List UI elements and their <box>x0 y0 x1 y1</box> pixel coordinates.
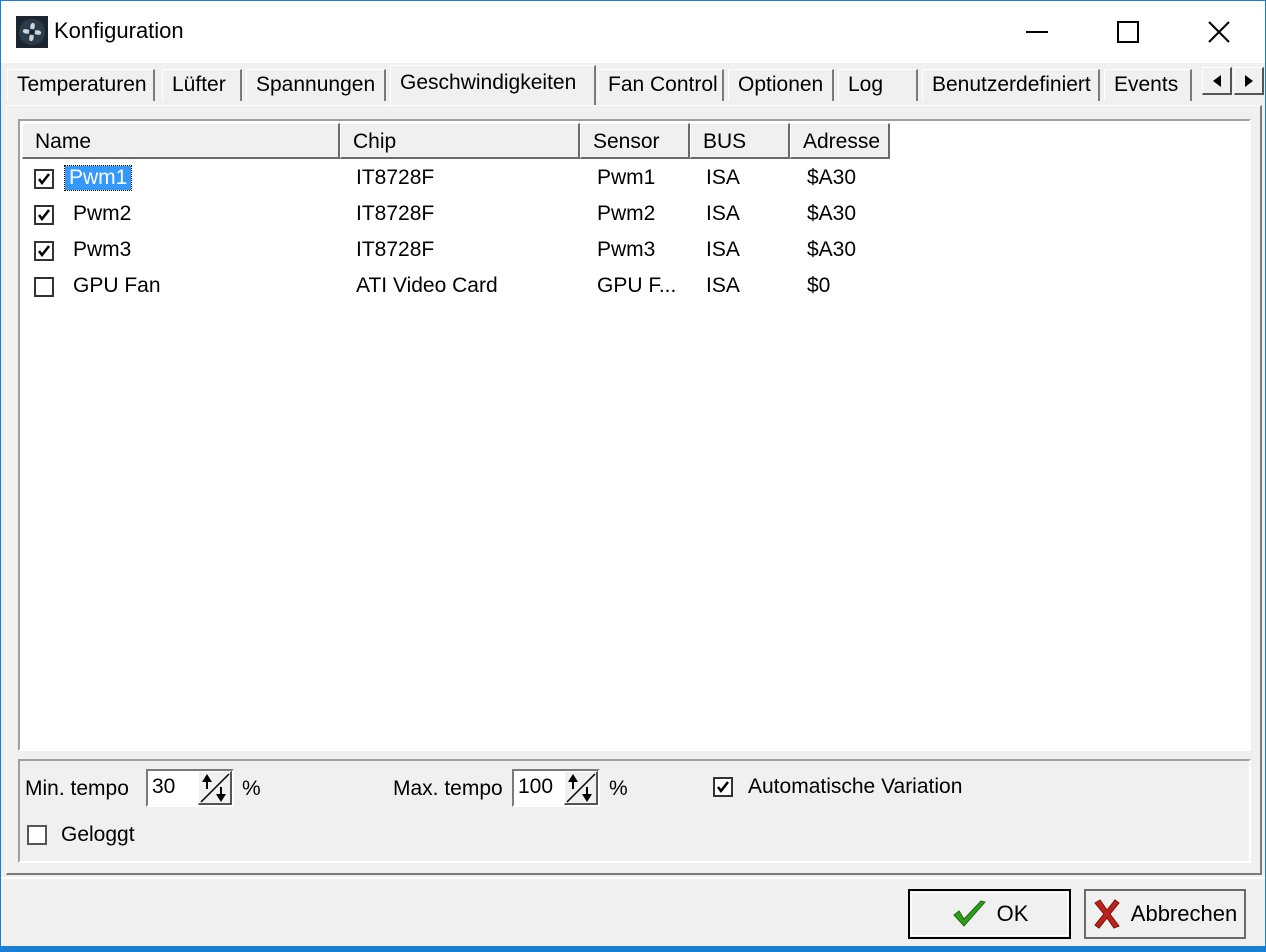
checkmark-icon <box>717 781 729 794</box>
row-checkbox-pwm1[interactable] <box>34 169 54 189</box>
cross-icon <box>1094 899 1120 929</box>
checkmark-icon <box>38 209 50 222</box>
min-tempo-spin-button[interactable] <box>198 771 232 805</box>
divider <box>1 877 1265 879</box>
cell-sensor: GPU F... <box>597 274 677 297</box>
list-row-pwm3[interactable]: Pwm3 IT8728F Pwm3 ISA $A30 <box>20 233 1249 269</box>
max-tempo-label: Max. tempo <box>393 777 503 800</box>
window-title: Konfiguration <box>54 18 184 43</box>
cell-bus: ISA <box>706 202 740 225</box>
column-header-address[interactable]: Adresse <box>790 123 890 159</box>
min-tempo-label: Min. tempo <box>25 777 129 800</box>
cell-name: Pwm1 <box>63 165 133 191</box>
tab-benutzerdefiniert[interactable]: Benutzerdefiniert <box>922 69 1100 101</box>
list-row-gpu-fan[interactable]: GPU Fan ATI Video Card GPU F... ISA $0 <box>20 269 1249 305</box>
tab-fan-control[interactable]: Fan Control <box>598 69 724 101</box>
max-tempo-spin-button[interactable] <box>564 771 598 805</box>
max-tempo-spinner[interactable]: 100 <box>512 769 600 807</box>
logged-label[interactable]: Geloggt <box>61 823 135 847</box>
cell-name: Pwm3 <box>73 238 132 261</box>
cell-sensor: Pwm2 <box>597 202 656 225</box>
fan-app-icon <box>16 16 48 48</box>
tab-scroll-right-button[interactable] <box>1234 67 1264 95</box>
cell-name: Pwm2 <box>73 202 132 225</box>
list-row-pwm2[interactable]: Pwm2 IT8728F Pwm2 ISA $A30 <box>20 197 1249 233</box>
max-tempo-unit: % <box>609 777 628 800</box>
tab-spannungen[interactable]: Spannungen <box>246 69 386 101</box>
cell-bus: ISA <box>706 274 740 297</box>
min-tempo-spinner[interactable]: 30 <box>146 769 234 807</box>
tab-optionen[interactable]: Optionen <box>728 69 834 101</box>
logged-checkbox[interactable] <box>27 825 47 845</box>
cell-address: $0 <box>807 274 831 297</box>
ok-button[interactable]: OK <box>908 889 1071 939</box>
cell-address: $A30 <box>807 202 857 225</box>
spin-arrows-icon <box>200 773 230 803</box>
row-checkbox-pwm2[interactable] <box>34 205 54 225</box>
tab-geschwindigkeiten[interactable]: Geschwindigkeiten <box>390 65 596 105</box>
arrow-right-icon <box>1244 74 1253 87</box>
cell-name: GPU Fan <box>73 274 161 297</box>
maximize-button[interactable] <box>1082 1 1174 63</box>
tab-temperaturen[interactable]: Temperaturen <box>7 69 155 101</box>
cell-bus: ISA <box>706 238 740 261</box>
cell-bus: ISA <box>706 166 740 189</box>
row-checkbox-pwm3[interactable] <box>34 241 54 261</box>
row-checkbox-gpu-fan[interactable] <box>34 277 54 297</box>
arrow-left-icon <box>1212 74 1221 87</box>
max-tempo-value[interactable]: 100 <box>518 775 553 799</box>
tab-scroll-left-button[interactable] <box>1202 67 1232 95</box>
min-tempo-unit: % <box>242 777 261 800</box>
close-button[interactable] <box>1173 1 1265 63</box>
column-header-name[interactable]: Name <box>22 123 340 159</box>
window-bottom-edge <box>0 946 1266 952</box>
ok-label: OK <box>996 901 1029 926</box>
column-header-chip[interactable]: Chip <box>340 123 580 159</box>
auto-variation-label[interactable]: Automatische Variation <box>748 775 962 799</box>
auto-variation-checkbox[interactable] <box>713 777 733 797</box>
checkmark-icon <box>38 245 50 258</box>
check-icon <box>952 900 986 927</box>
list-row-pwm1[interactable]: Pwm1 IT8728F Pwm1 ISA $A30 <box>20 161 1249 197</box>
cell-chip: IT8728F <box>356 238 435 261</box>
tab-events[interactable]: Events <box>1104 69 1192 101</box>
cancel-button[interactable]: Abbrechen <box>1084 889 1246 939</box>
column-header-bus[interactable]: BUS <box>690 123 790 159</box>
cancel-label: Abbrechen <box>1130 901 1238 926</box>
config-window: Konfiguration Temperaturen Lüfter Spannu… <box>0 0 1266 952</box>
cell-address: $A30 <box>807 166 857 189</box>
cell-sensor: Pwm3 <box>597 238 656 261</box>
checkmark-icon <box>38 173 50 186</box>
close-icon <box>1208 21 1230 43</box>
minimize-button[interactable] <box>991 1 1083 63</box>
sensor-list[interactable]: Name Chip Sensor BUS Adresse Pwm1 IT8728… <box>18 119 1251 751</box>
tab-luefter[interactable]: Lüfter <box>162 69 242 101</box>
cell-sensor: Pwm1 <box>597 166 656 189</box>
title-bar[interactable]: Konfiguration <box>1 1 1265 63</box>
tab-log[interactable]: Log <box>838 69 918 101</box>
cell-chip: IT8728F <box>356 202 435 225</box>
cell-address: $A30 <box>807 238 857 261</box>
min-tempo-value[interactable]: 30 <box>152 775 175 799</box>
cell-chip: IT8728F <box>356 166 435 189</box>
options-panel: Min. tempo 30 % Max. tempo 100 % Automat… <box>18 759 1251 863</box>
maximize-icon <box>1117 21 1139 43</box>
column-header-sensor[interactable]: Sensor <box>580 123 690 159</box>
spin-arrows-icon <box>566 773 596 803</box>
cell-chip: ATI Video Card <box>356 274 498 297</box>
minimize-icon <box>1026 31 1048 33</box>
